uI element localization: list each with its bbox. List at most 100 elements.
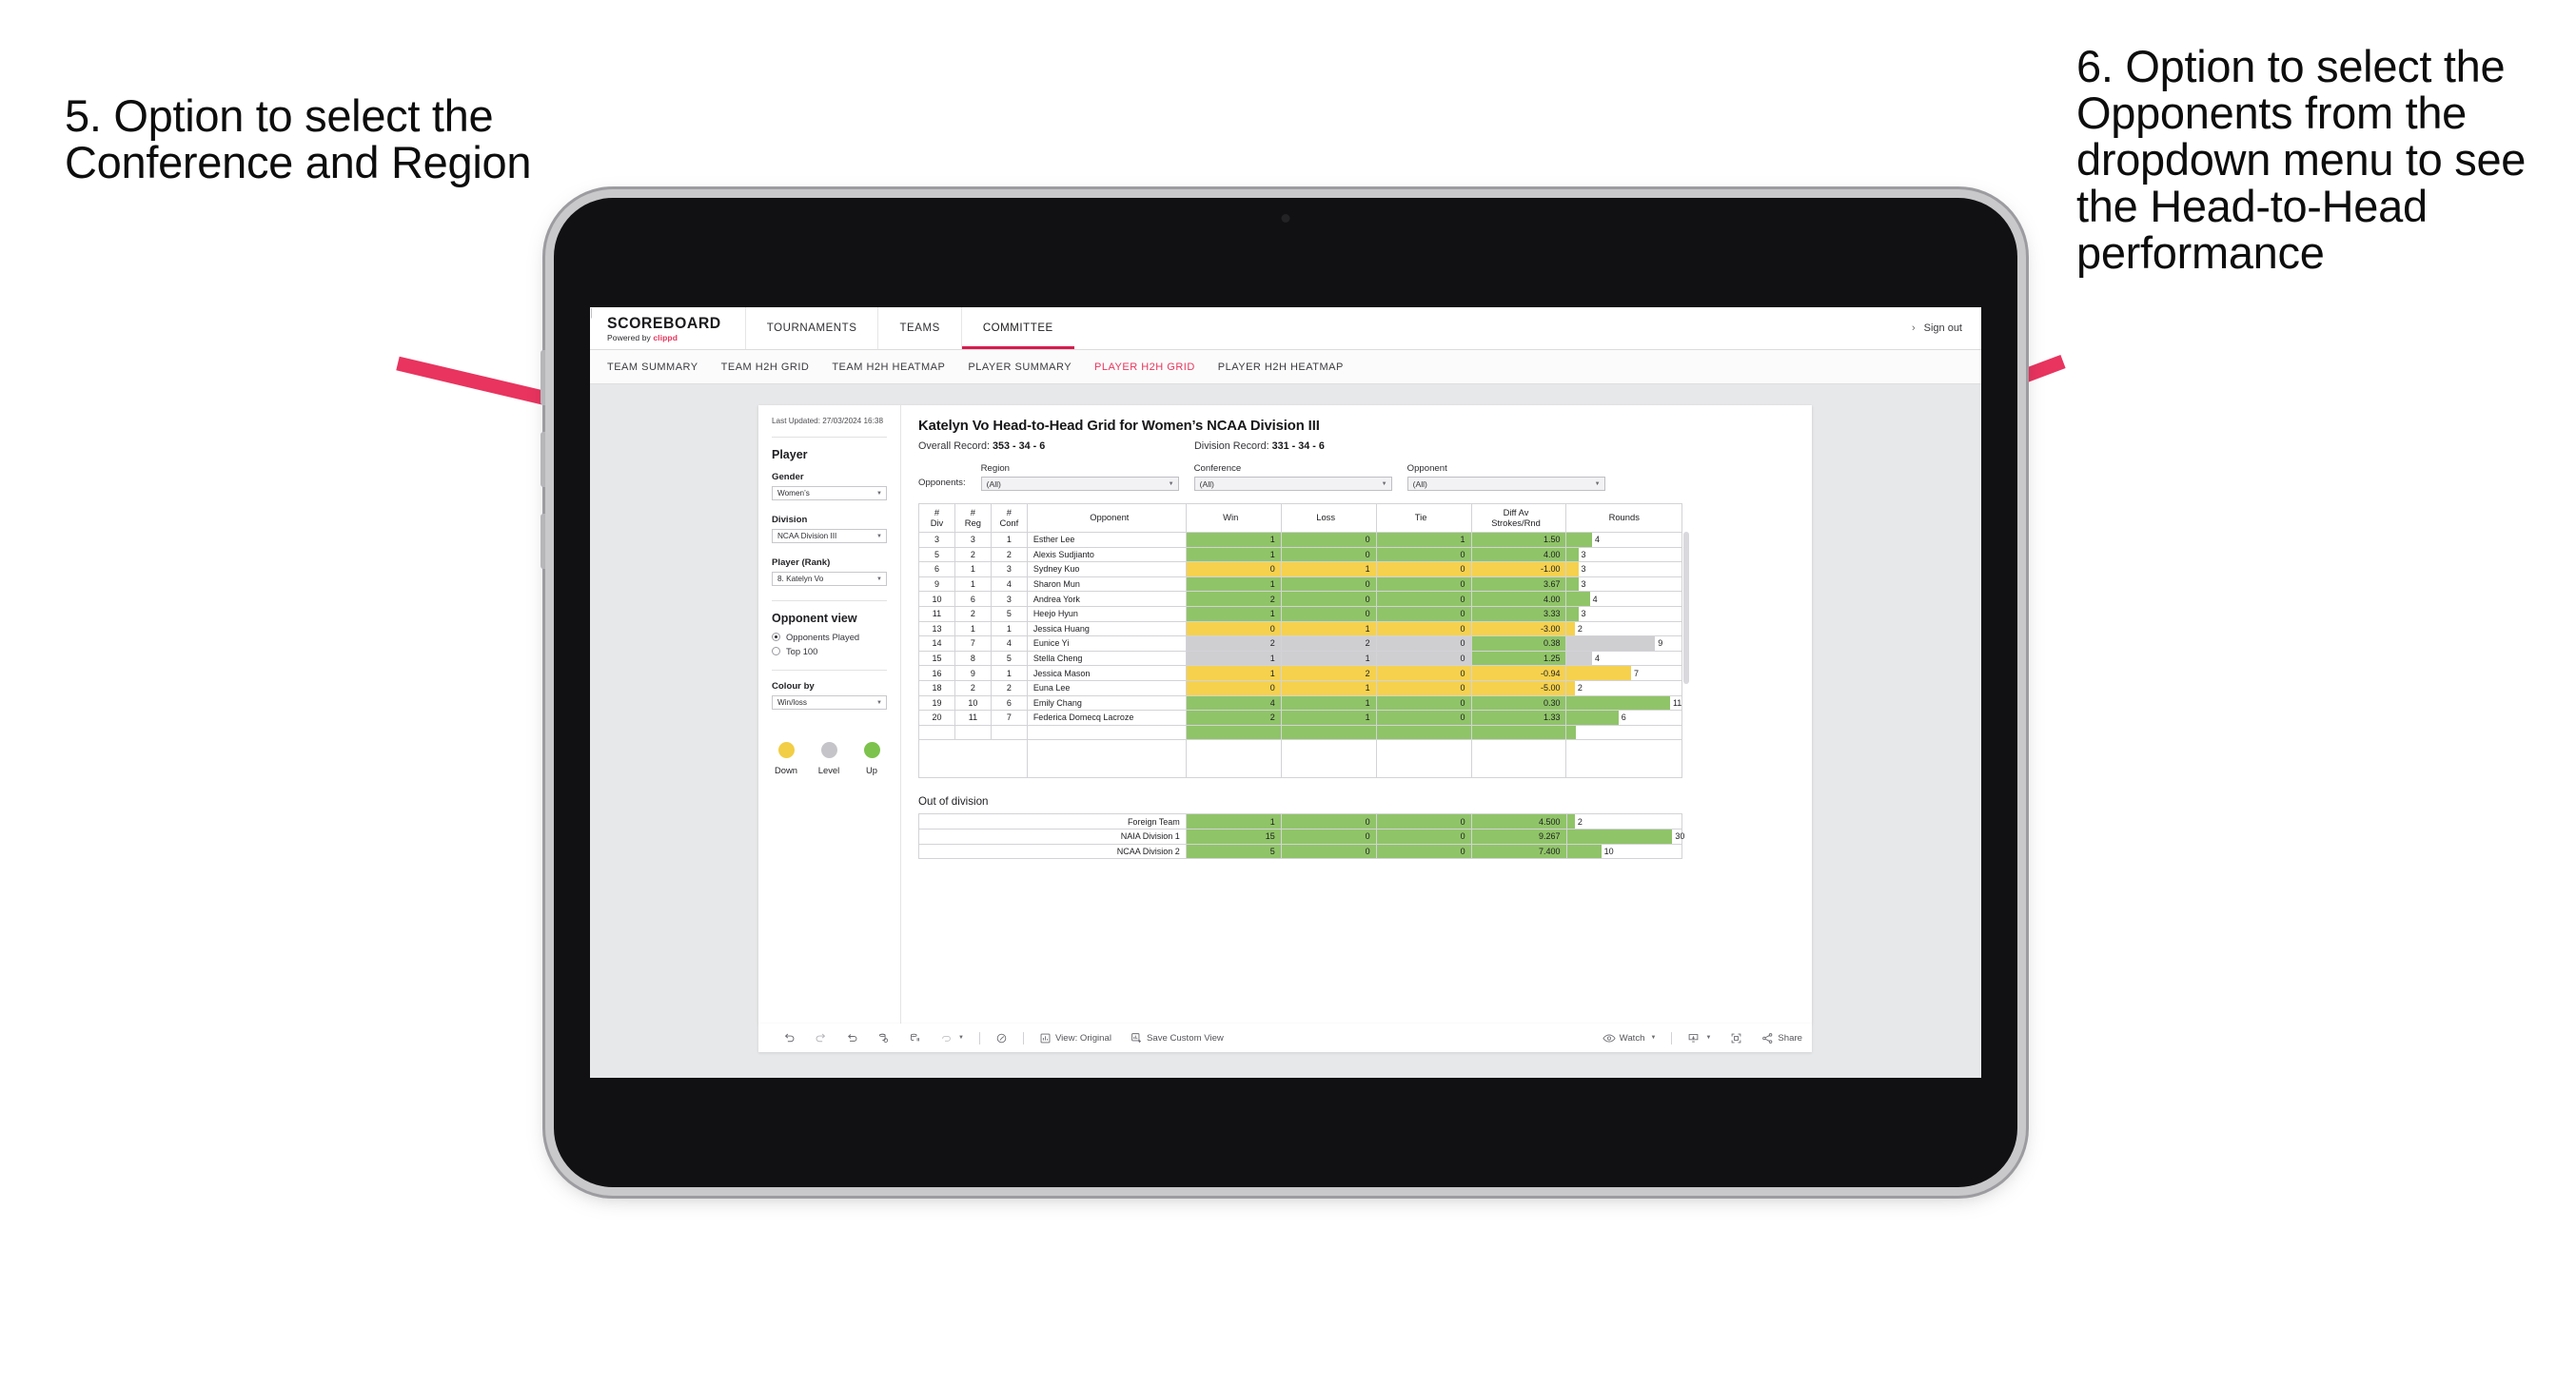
- table-row[interactable]: 15 8 5 Stella Cheng 1 1 0 1.25 4: [918, 650, 1682, 667]
- filler-win: [1185, 739, 1282, 779]
- share-label: Share: [1778, 1032, 1802, 1044]
- nav-tab-teams[interactable]: TEAMS: [877, 307, 960, 349]
- subtab-player-summary[interactable]: PLAYER SUMMARY: [968, 361, 1094, 373]
- cell-opponent: Alexis Sudjianto: [1026, 546, 1187, 563]
- save-custom-view-button[interactable]: Save Custom View: [1121, 1032, 1233, 1044]
- refresh-data-button[interactable]: [868, 1032, 899, 1044]
- download-icon: [1687, 1032, 1700, 1044]
- top-navigation-bar: SCOREBOARD Powered by clippd TOURNAMENTS…: [590, 307, 1981, 350]
- subtab-player-h2h-grid[interactable]: PLAYER H2H GRID: [1094, 361, 1218, 373]
- division-select[interactable]: NCAA Division III ▼: [772, 529, 887, 544]
- out-of-division-row[interactable]: NCAA Division 2 5 0 0 7.400 10: [918, 843, 1682, 860]
- colour-by-select[interactable]: Win/loss ▼: [772, 695, 887, 711]
- subtab-player-h2h-heatmap[interactable]: PLAYER H2H HEATMAP: [1218, 361, 1367, 373]
- table-row[interactable]: 5 2 2 Alexis Sudjianto 1 0 0 4.00 3: [918, 546, 1682, 563]
- undo-button[interactable]: [774, 1032, 805, 1044]
- pause-updates-icon: [940, 1032, 953, 1044]
- cell-tie: 0: [1375, 576, 1472, 593]
- main-content: Katelyn Vo Head-to-Head Grid for Women’s…: [901, 405, 1812, 1024]
- radio-top-100[interactable]: Top 100: [772, 646, 887, 656]
- cell-win: 4: [1185, 694, 1282, 712]
- toolbar-divider-2: [1022, 1031, 1024, 1044]
- pause-data-button[interactable]: [899, 1032, 931, 1044]
- division-record: Division Record: 331 - 34 - 6: [1194, 440, 1325, 452]
- cell-opponent: Esther Lee: [1026, 532, 1187, 548]
- subtab-team-h2h-grid[interactable]: TEAM H2H GRID: [721, 361, 833, 373]
- opponent-filter-select[interactable]: (All) ▼: [1406, 477, 1605, 491]
- view-original-button[interactable]: View: Original: [1030, 1032, 1121, 1044]
- table-row[interactable]: 14 7 4 Eunice Yi 2 2 0 0.38 9: [918, 635, 1682, 652]
- table-row[interactable]: 11 2 5 Heejo Hyun 1 0 0 3.33 3: [918, 605, 1682, 622]
- cell-rounds: 3: [1565, 561, 1682, 577]
- table-row[interactable]: 6 1 3 Sydney Kuo 0 1 0 -1.00 3: [918, 561, 1682, 577]
- out-of-division-row[interactable]: NAIA Division 1 15 0 0 9.267 30: [918, 828, 1684, 845]
- download-button[interactable]: ▼: [1678, 1032, 1721, 1044]
- table-row[interactable]: 10 6 3 Andrea York 2 0 0 4.00 4: [918, 591, 1682, 607]
- table-row[interactable]: 18 2 2 Euna Lee 0 1 0 -5.00 2: [918, 679, 1682, 696]
- cell-win: 0: [1185, 561, 1282, 577]
- cell-rounds: 4: [1565, 650, 1682, 667]
- cell-diff: 3.33: [1470, 605, 1567, 622]
- ood-rounds: 2: [1565, 813, 1682, 830]
- highlight-button[interactable]: [986, 1032, 1017, 1044]
- annotation-callout-6: 6. Option to select the Opponents from t…: [2076, 41, 2538, 278]
- watch-label: Watch: [1619, 1032, 1645, 1044]
- vertical-scrollbar[interactable]: [1683, 532, 1689, 684]
- cell-div: 15: [918, 650, 955, 667]
- subtab-team-h2h-heatmap[interactable]: TEAM H2H HEATMAP: [832, 361, 968, 373]
- redo-button[interactable]: [805, 1032, 836, 1044]
- radio-top-100-label: Top 100: [786, 646, 818, 657]
- revert-button[interactable]: [836, 1032, 868, 1044]
- h2h-grid-table: # Div # Reg # Conf Opponent Win Loss Tie Di…: [918, 503, 1682, 779]
- nav-tab-committee[interactable]: COMMITTEE: [960, 307, 1074, 349]
- device-button-2[interactable]: [541, 432, 545, 487]
- table-row[interactable]: 9 1 4 Sharon Mun 1 0 0 3.67 3: [918, 576, 1682, 593]
- table-row[interactable]: 20 11 7 Federica Domecq Lacroze 2 1 0 1.33 6: [918, 710, 1682, 726]
- legend-swatch-level: [820, 742, 837, 759]
- brand-tagline: Powered by clippd: [607, 333, 678, 343]
- filler-loss: [1280, 739, 1377, 779]
- watch-button[interactable]: Watch ▼: [1593, 1032, 1666, 1044]
- share-button[interactable]: Share: [1752, 1032, 1812, 1044]
- cell-tie: 0: [1375, 561, 1472, 577]
- conference-filter-select[interactable]: (All) ▼: [1193, 477, 1392, 491]
- rounds-value: 4: [1594, 654, 1600, 664]
- region-filter-label: Region: [980, 463, 1011, 474]
- fullscreen-button[interactable]: [1721, 1032, 1752, 1044]
- nav-tab-tournaments[interactable]: TOURNAMENTS: [744, 307, 878, 349]
- cell-conf: 7: [990, 710, 1028, 726]
- device-button-3[interactable]: [541, 514, 545, 569]
- cell-reg: 1: [954, 561, 992, 577]
- cell-opponent: Federica Domecq Lacroze: [1026, 710, 1187, 726]
- device-button-1[interactable]: [541, 350, 545, 405]
- opponent-filter-value: (All): [1412, 478, 1427, 489]
- col-header-win: Win: [1185, 503, 1282, 533]
- chevron-right-icon[interactable]: ›: [1912, 322, 1916, 334]
- cell-tie: 1: [1375, 532, 1472, 548]
- subtab-team-summary[interactable]: TEAM SUMMARY: [607, 361, 721, 373]
- table-row-partial[interactable]: [918, 724, 1682, 741]
- cell-div: 16: [918, 665, 955, 681]
- sign-out-link[interactable]: Sign out: [1924, 322, 1962, 334]
- player-rank-select[interactable]: 8. Katelyn Vo ▼: [772, 572, 887, 587]
- cell-loss: 0: [1280, 591, 1377, 607]
- secondary-navigation-bar: TEAM SUMMARY TEAM H2H GRID TEAM H2H HEAT…: [590, 350, 1981, 384]
- gender-select[interactable]: Women’s ▼: [772, 486, 887, 501]
- table-row[interactable]: 19 10 6 Emily Chang 4 1 0 0.30 11: [918, 694, 1682, 712]
- ood-rounds: 30: [1565, 828, 1684, 845]
- cell-conf: 1: [990, 620, 1028, 637]
- cell-loss: 1: [1280, 650, 1377, 667]
- radio-opponents-played[interactable]: Opponents Played: [772, 632, 887, 642]
- cell-reg: 2: [954, 546, 992, 563]
- pause-auto-updates-button[interactable]: ▼: [931, 1032, 973, 1044]
- region-filter-select[interactable]: (All) ▼: [980, 477, 1179, 491]
- rounds-bar: [1566, 844, 1602, 859]
- table-row[interactable]: 16 9 1 Jessica Mason 1 2 0 -0.94 7: [918, 665, 1682, 681]
- table-row[interactable]: 13 1 1 Jessica Huang 0 1 0 -3.00 2: [918, 620, 1682, 637]
- out-of-division-row[interactable]: Foreign Team 1 0 0 4.500 2: [918, 813, 1682, 830]
- brand-logo[interactable]: SCOREBOARD Powered by clippd: [590, 307, 745, 349]
- ood-tie: 0: [1375, 843, 1472, 860]
- gender-value: Women’s: [777, 489, 810, 498]
- table-row[interactable]: 3 3 1 Esther Lee 1 0 1 1.50 4: [918, 532, 1682, 548]
- cell-div: 19: [918, 694, 955, 712]
